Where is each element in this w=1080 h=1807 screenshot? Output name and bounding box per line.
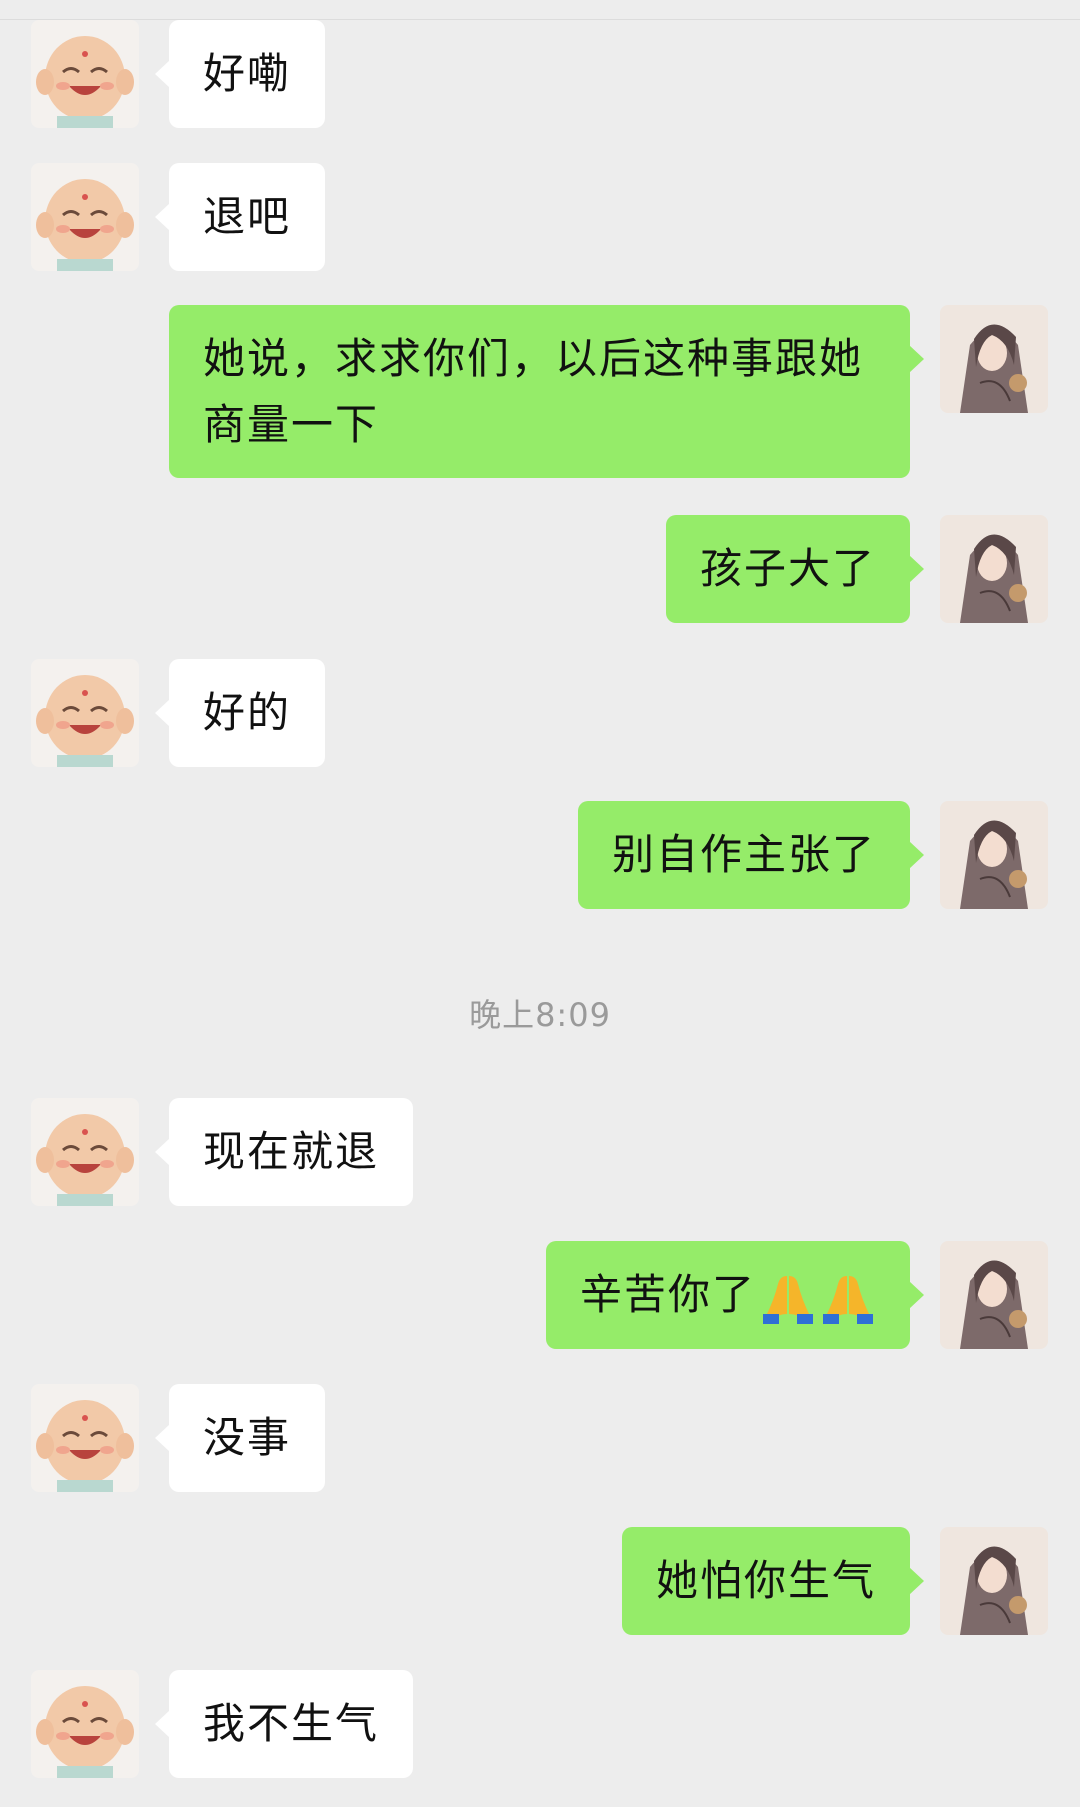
message-row: 孩子大了 bbox=[0, 515, 1080, 625]
message-bubble[interactable]: 别自作主张了 bbox=[577, 801, 925, 909]
message-text: 没事 bbox=[203, 1413, 292, 1462]
message-text: 好的 bbox=[203, 688, 292, 737]
message-bubble[interactable]: 辛苦你了 bbox=[545, 1241, 925, 1349]
message-bubble[interactable]: 我不生气 bbox=[154, 1670, 414, 1778]
avatar[interactable] bbox=[940, 801, 1048, 909]
avatar[interactable] bbox=[31, 163, 139, 271]
avatar[interactable] bbox=[31, 1670, 139, 1778]
avatar[interactable] bbox=[940, 305, 1048, 413]
avatar[interactable] bbox=[31, 659, 139, 767]
message-bubble[interactable]: 现在就退 bbox=[154, 1098, 414, 1206]
message-text: 她怕你生气 bbox=[655, 1556, 876, 1605]
folded-hands-icon bbox=[760, 1270, 816, 1326]
message-row: 我不生气 bbox=[0, 1670, 1080, 1780]
message-row: 别自作主张了 bbox=[0, 801, 1080, 911]
message-bubble[interactable]: 她说，求求你们，以后这种事跟她商量一下 bbox=[169, 305, 924, 478]
sketch-portrait-avatar-icon bbox=[940, 1241, 1048, 1349]
message-bubble[interactable]: 孩子大了 bbox=[665, 515, 925, 623]
message-row: 没事 bbox=[0, 1384, 1080, 1494]
message-bubble[interactable]: 好嘞 bbox=[154, 20, 326, 128]
avatar[interactable] bbox=[940, 1527, 1048, 1635]
message-text: 好嘞 bbox=[203, 49, 292, 98]
message-row: 现在就退 bbox=[0, 1098, 1080, 1208]
top-divider bbox=[0, 0, 1080, 20]
message-text: 辛苦你了 bbox=[579, 1270, 756, 1319]
message-row: 辛苦你了 bbox=[0, 1241, 1080, 1351]
smiling-monk-avatar-icon bbox=[31, 1098, 139, 1206]
avatar[interactable] bbox=[940, 1241, 1048, 1349]
smiling-monk-avatar-icon bbox=[31, 163, 139, 271]
message-bubble[interactable]: 好的 bbox=[154, 659, 326, 767]
smiling-monk-avatar-icon bbox=[31, 659, 139, 767]
avatar[interactable] bbox=[940, 515, 1048, 623]
message-row: 她说，求求你们，以后这种事跟她商量一下 bbox=[0, 305, 1080, 485]
timestamp: 晚上8:09 bbox=[469, 996, 611, 1034]
avatar[interactable] bbox=[31, 1384, 139, 1492]
sketch-portrait-avatar-icon bbox=[940, 1527, 1048, 1635]
message-text: 别自作主张了 bbox=[611, 830, 876, 879]
smiling-monk-avatar-icon bbox=[31, 1670, 139, 1778]
avatar[interactable] bbox=[31, 1098, 139, 1206]
message-text: 退吧 bbox=[203, 192, 292, 241]
smiling-monk-avatar-icon bbox=[31, 20, 139, 128]
message-bubble[interactable]: 她怕你生气 bbox=[621, 1527, 925, 1635]
message-text: 我不生气 bbox=[203, 1699, 380, 1748]
smiling-monk-avatar-icon bbox=[31, 1384, 139, 1492]
sketch-portrait-avatar-icon bbox=[940, 515, 1048, 623]
message-bubble[interactable]: 没事 bbox=[154, 1384, 326, 1492]
message-text: 她说，求求你们，以后这种事跟她商量一下 bbox=[203, 334, 864, 449]
message-bubble[interactable]: 退吧 bbox=[154, 163, 326, 271]
folded-hands-icon bbox=[820, 1270, 876, 1326]
message-row: 她怕你生气 bbox=[0, 1527, 1080, 1637]
message-row: 好嘞 bbox=[0, 20, 1080, 130]
sketch-portrait-avatar-icon bbox=[940, 801, 1048, 909]
sketch-portrait-avatar-icon bbox=[940, 305, 1048, 413]
message-text: 孩子大了 bbox=[699, 544, 876, 593]
message-row: 退吧 bbox=[0, 163, 1080, 273]
avatar[interactable] bbox=[31, 20, 139, 128]
message-row: 好的 bbox=[0, 659, 1080, 769]
message-text: 现在就退 bbox=[203, 1127, 380, 1176]
